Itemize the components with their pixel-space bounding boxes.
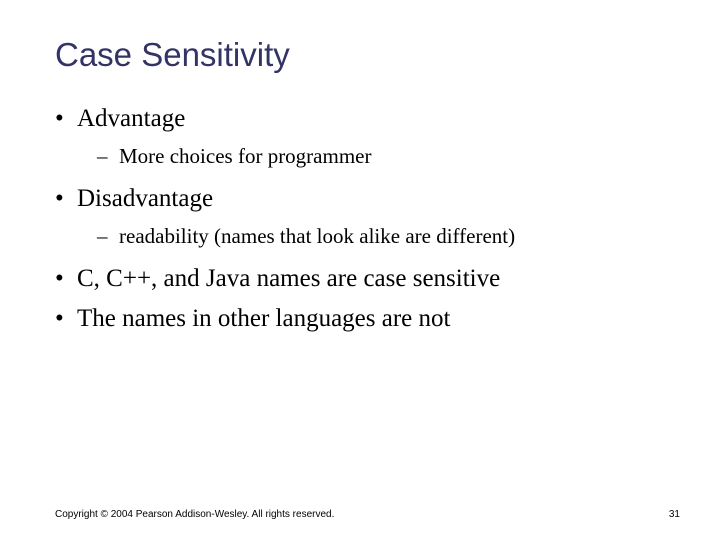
- footer: Copyright © 2004 Pearson Addison-Wesley.…: [55, 509, 680, 520]
- subbullet-readability: readability (names that look alike are d…: [119, 222, 665, 250]
- bullet-other-langs: The names in other languages are not: [77, 302, 665, 336]
- bullet-case-sensitive-langs: C, C++, and Java names are case sensitiv…: [77, 262, 665, 296]
- bullet-disadvantage: Disadvantage: [77, 182, 665, 216]
- slide-body: Advantage More choices for programmer Di…: [55, 102, 665, 336]
- slide: Case Sensitivity Advantage More choices …: [0, 0, 720, 540]
- page-number: 31: [669, 509, 680, 520]
- slide-title: Case Sensitivity: [55, 36, 665, 74]
- bullet-advantage: Advantage: [77, 102, 665, 136]
- subbullet-more-choices: More choices for programmer: [119, 142, 665, 170]
- copyright-text: Copyright © 2004 Pearson Addison-Wesley.…: [55, 509, 334, 520]
